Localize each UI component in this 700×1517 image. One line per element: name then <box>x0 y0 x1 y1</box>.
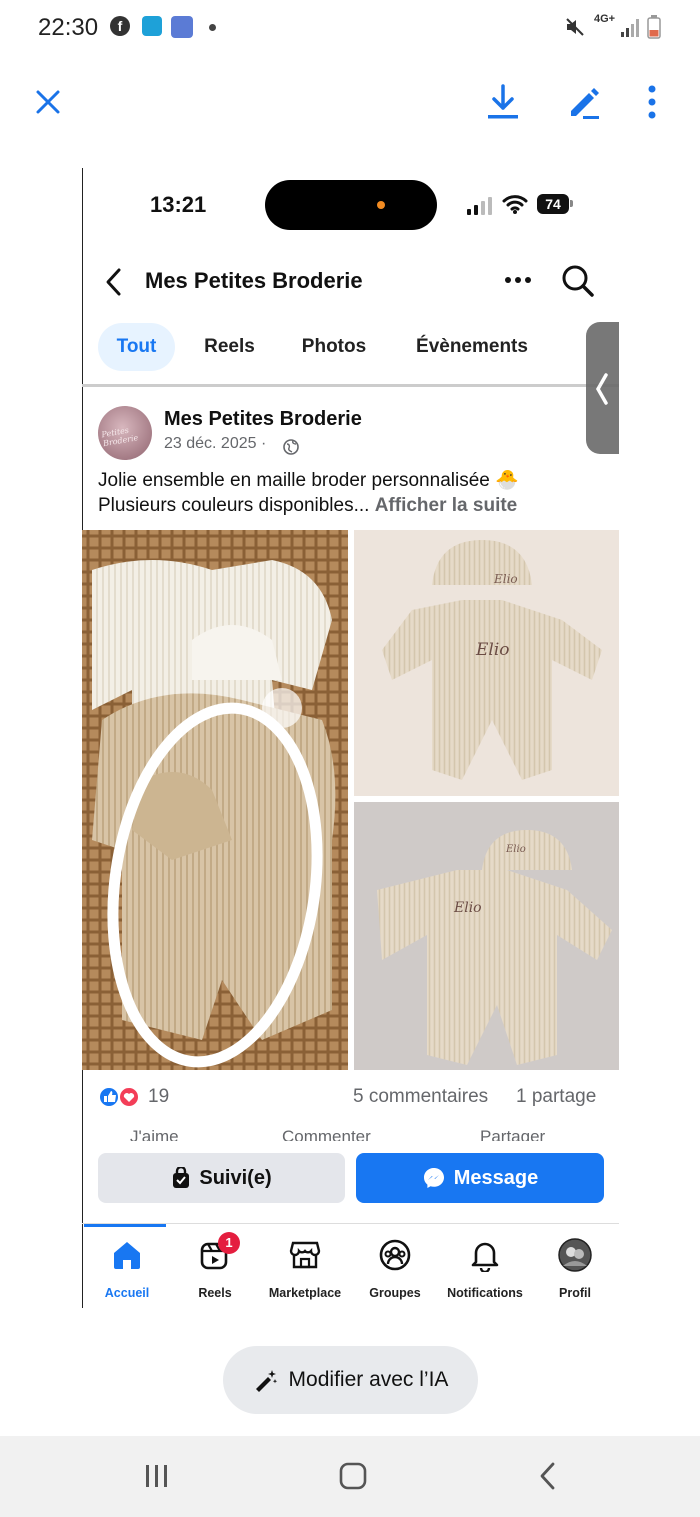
edit-button[interactable] <box>564 82 604 122</box>
message-button[interactable]: Message <box>356 1153 604 1203</box>
nav-notifications-label: Notifications <box>447 1286 523 1300</box>
bottom-navigation: Accueil 1 Reels Marketplace Groupes Noti… <box>82 1223 619 1308</box>
embroidery-text-onesie: Elio <box>476 640 510 660</box>
facebook-icon: f <box>110 16 130 36</box>
embroidery-text-hat: Elio <box>494 572 518 586</box>
close-icon <box>36 90 60 114</box>
tabs-divider <box>82 384 619 387</box>
groups-icon <box>379 1239 411 1271</box>
page-avatar[interactable]: Petites Broderie <box>98 406 152 460</box>
tab-photos[interactable]: Photos <box>290 323 378 371</box>
post-action-bar: J'aime Commenter Partager <box>82 1123 619 1141</box>
ios-battery: 74 <box>537 194 569 214</box>
shares-count[interactable]: 1 partage <box>516 1086 596 1108</box>
reaction-count[interactable]: 19 <box>148 1086 169 1108</box>
download-button[interactable] <box>483 82 523 122</box>
app-notification-icon-2 <box>171 16 193 38</box>
avatar-logo-script: Petites Broderie <box>100 425 139 449</box>
close-button[interactable] <box>28 82 68 122</box>
post-author[interactable]: Mes Petites Broderie <box>164 408 362 431</box>
active-tab-indicator <box>84 1224 166 1227</box>
dynamic-island <box>265 180 437 230</box>
page-tabs: Tout Reels Photos Évènements <box>82 323 619 373</box>
post-text-line-1: Jolie ensemble en maille broder personna… <box>98 470 519 491</box>
search-icon[interactable] <box>561 264 595 298</box>
screenshot-image: 13:21 74 Mes Petites Broderie Tout Reels… <box>82 168 619 1308</box>
post-date: 23 déc. 2025 · <box>164 435 267 452</box>
back-chevron-icon[interactable] <box>104 266 124 298</box>
home-icon <box>114 1242 140 1269</box>
battery-icon <box>647 15 661 39</box>
recent-apps-icon[interactable] <box>143 1463 171 1489</box>
wifi-icon <box>502 195 528 214</box>
post-text: Jolie ensemble en maille broder personna… <box>98 468 608 518</box>
post-reactions-bar: 19 5 commentaires 1 partage <box>82 1082 619 1112</box>
more-horizontal-icon[interactable] <box>504 276 532 284</box>
nav-marketplace-label: Marketplace <box>268 1286 342 1300</box>
tab-tout[interactable]: Tout <box>98 323 175 371</box>
system-navigation-bar <box>0 1436 700 1517</box>
tab-evenements[interactable]: Évènements <box>407 323 537 371</box>
marketplace-icon <box>289 1241 321 1269</box>
follow-button-label: Suivi(e) <box>199 1166 272 1189</box>
cellular-icon <box>467 197 492 215</box>
photo-grid-image <box>82 530 619 1070</box>
back-icon[interactable] <box>538 1461 558 1491</box>
message-button-label: Message <box>453 1166 539 1189</box>
magic-pen-icon <box>255 1370 277 1392</box>
profile-avatar <box>558 1238 592 1272</box>
post-header: Petites Broderie Mes Petites Broderie 23… <box>82 398 619 468</box>
home-button-icon[interactable] <box>338 1461 368 1491</box>
battery-tip <box>570 200 573 207</box>
nav-profil-label: Profil <box>559 1286 591 1300</box>
more-options-button[interactable] <box>632 82 672 122</box>
messenger-icon <box>423 1168 444 1188</box>
nav-groupes-label: Groupes <box>369 1286 421 1300</box>
post-text-line-2: Plusieurs couleurs disponibles... Affich… <box>98 493 608 518</box>
like-action[interactable]: J'aime <box>130 1127 179 1141</box>
follow-button[interactable]: Suivi(e) <box>98 1153 345 1203</box>
embroidery-text-onesie-2: Elio <box>454 900 482 916</box>
reaction-icons <box>98 1086 140 1108</box>
nav-accueil-label: Accueil <box>104 1286 150 1300</box>
tab-reels[interactable]: Reels <box>192 323 267 371</box>
ios-status-time: 13:21 <box>150 192 207 217</box>
status-time: 22:30 <box>38 14 99 41</box>
app-notification-icon <box>142 16 162 36</box>
post-photo-grid[interactable]: Elio Elio Elio Elio <box>82 530 619 1070</box>
see-more-link[interactable]: Afficher la suite <box>375 495 518 516</box>
following-icon <box>173 1167 190 1188</box>
more-vertical-icon <box>648 85 656 119</box>
download-icon <box>488 84 518 119</box>
post-text-line-2-content: Plusieurs couleurs disponibles... <box>98 495 370 516</box>
bell-icon <box>471 1242 499 1272</box>
nav-reels-label: Reels <box>198 1286 232 1300</box>
share-action[interactable]: Partager <box>480 1127 545 1141</box>
edit-with-ai-button[interactable]: Modifier avec l’IA <box>223 1346 478 1414</box>
embroidery-text-hat-2: Elio <box>506 844 526 855</box>
pen-icon <box>571 88 599 119</box>
edit-with-ai-label: Modifier avec l’IA <box>288 1368 449 1391</box>
globe-icon <box>283 439 299 455</box>
signal-icon <box>621 19 639 37</box>
page-header: Mes Petites Broderie <box>82 260 619 304</box>
android-status-bar: 22:30 f 4G+ <box>0 0 700 58</box>
reels-badge: 1 <box>218 1232 240 1254</box>
mute-icon <box>566 18 584 36</box>
network-type: 4G+ <box>594 13 616 25</box>
comments-count[interactable]: 5 commentaires <box>353 1086 488 1108</box>
comment-action[interactable]: Commenter <box>282 1127 371 1141</box>
recording-dot <box>377 201 385 209</box>
page-title: Mes Petites Broderie <box>145 268 363 293</box>
more-notifications-dot <box>209 24 216 31</box>
